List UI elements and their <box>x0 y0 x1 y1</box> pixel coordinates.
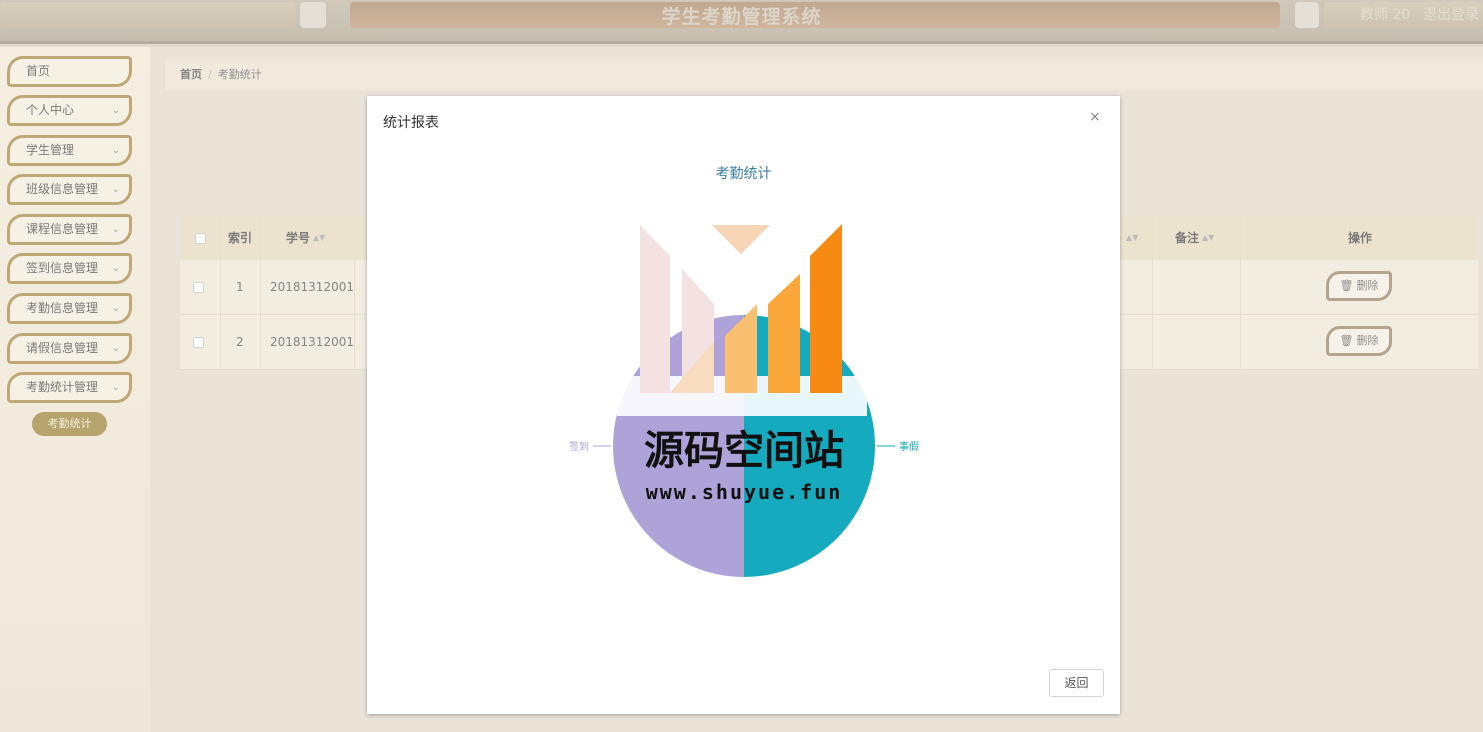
stats-report-dialog: 统计报表 × 考勤统计 签到 事假 源码空间站 www.shuyue.fun 返回 <box>367 96 1120 714</box>
attendance-pie-chart: 签到 事假 源码空间站 www.shuyue.fun <box>569 224 919 577</box>
watermark-logo: 源码空间站 www.shuyue.fun <box>617 224 867 504</box>
watermark-url: www.shuyue.fun <box>646 480 843 504</box>
pie-label-0: 签到 <box>569 440 589 453</box>
watermark-bar <box>768 274 800 393</box>
pie-label-1: 事假 <box>899 440 919 453</box>
watermark-triangle <box>712 225 770 254</box>
return-button[interactable]: 返回 <box>1049 669 1104 697</box>
watermark-text: 源码空间站 <box>644 428 844 474</box>
watermark-bar <box>640 225 670 393</box>
watermark-bar <box>810 224 842 393</box>
